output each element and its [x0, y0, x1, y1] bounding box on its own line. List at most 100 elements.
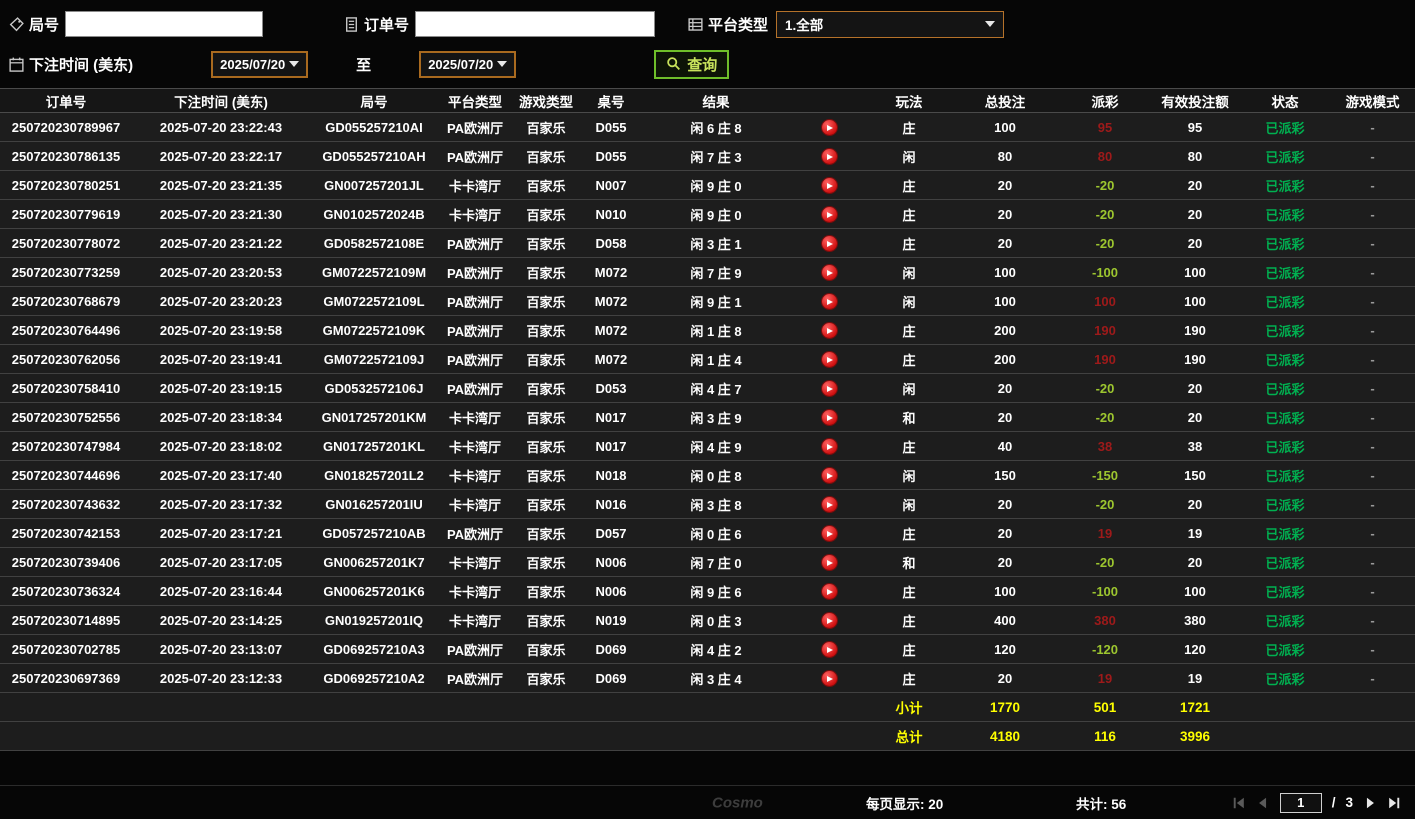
cell-order-number: 250720230697369	[0, 663, 132, 693]
cell-table-number: D055	[580, 112, 642, 142]
replay-play-icon[interactable]	[821, 381, 837, 397]
subtotal-spacer	[0, 692, 868, 722]
replay-play-icon[interactable]	[821, 294, 837, 310]
table-row: 250720230758410 2025-07-20 23:19:15 GD05…	[0, 373, 1415, 403]
chevron-down-icon	[497, 61, 508, 67]
cell-bet-time: 2025-07-20 23:21:22	[132, 228, 310, 258]
replay-play-icon[interactable]	[821, 613, 837, 629]
cell-platform-type: PA欧洲厅	[438, 344, 512, 374]
cell-order-number: 250720230773259	[0, 257, 132, 287]
replay-play-icon[interactable]	[821, 671, 837, 687]
replay-play-icon[interactable]	[821, 207, 837, 223]
cell-bet-type: 庄	[868, 228, 950, 258]
cell-round-number: GN017257201KM	[310, 402, 438, 432]
subtotal-valid-bet: 1721	[1150, 692, 1240, 722]
replay-play-icon[interactable]	[821, 439, 837, 455]
order-input[interactable]	[415, 11, 656, 37]
previous-page-icon[interactable]	[1256, 796, 1270, 810]
cell-bet-type: 庄	[868, 576, 950, 606]
cell-bet-time: 2025-07-20 23:12:33	[132, 663, 310, 693]
page-number-input[interactable]	[1279, 792, 1322, 813]
date-to-picker[interactable]: 2025/07/20	[419, 50, 517, 78]
date-from-picker[interactable]: 2025/07/20	[211, 50, 309, 78]
replay-play-icon[interactable]	[821, 265, 837, 281]
cell-platform-type: PA欧洲厅	[438, 228, 512, 258]
cell-round-number: GN0102572024B	[310, 199, 438, 229]
cell-replay	[790, 257, 868, 287]
first-page-icon[interactable]	[1232, 796, 1246, 810]
cell-valid-bet: 100	[1150, 286, 1240, 316]
cell-valid-bet: 120	[1150, 634, 1240, 664]
cell-total-bet: 40	[950, 431, 1060, 461]
replay-play-icon[interactable]	[821, 497, 837, 513]
cell-total-bet: 20	[950, 663, 1060, 693]
column-header: 玩法	[868, 88, 950, 113]
table-row: 250720230778072 2025-07-20 23:21:22 GD05…	[0, 228, 1415, 258]
replay-play-icon[interactable]	[821, 584, 837, 600]
cell-game-mode: -	[1330, 431, 1415, 461]
cell-order-number: 250720230739406	[0, 547, 132, 577]
cell-status: 已派彩	[1240, 315, 1330, 345]
round-input[interactable]	[65, 11, 264, 37]
replay-play-icon[interactable]	[821, 352, 837, 368]
cell-game-mode: -	[1330, 344, 1415, 374]
cell-order-number: 250720230714895	[0, 605, 132, 635]
cell-result: 闲 9 庄 0	[642, 199, 790, 229]
cell-table-number: N019	[580, 605, 642, 635]
replay-play-icon[interactable]	[821, 149, 837, 165]
cell-status: 已派彩	[1240, 170, 1330, 200]
cell-status: 已派彩	[1240, 373, 1330, 403]
cell-table-number: N010	[580, 199, 642, 229]
cell-game-type: 百家乐	[512, 460, 580, 490]
platform-select[interactable]: 1.全部	[776, 10, 1005, 38]
cell-payout: -100	[1060, 576, 1150, 606]
table-row: 250720230743632 2025-07-20 23:17:32 GN01…	[0, 489, 1415, 519]
replay-play-icon[interactable]	[821, 323, 837, 339]
cell-bet-time: 2025-07-20 23:20:53	[132, 257, 310, 287]
cell-game-mode: -	[1330, 576, 1415, 606]
search-button[interactable]: 查询	[654, 49, 730, 79]
replay-play-icon[interactable]	[821, 555, 837, 571]
cell-table-number: M072	[580, 286, 642, 316]
cell-platform-type: PA欧洲厅	[438, 257, 512, 287]
cell-status: 已派彩	[1240, 460, 1330, 490]
cell-table-number: D058	[580, 228, 642, 258]
replay-play-icon[interactable]	[821, 642, 837, 658]
cell-bet-time: 2025-07-20 23:19:41	[132, 344, 310, 374]
table-row: 250720230780251 2025-07-20 23:21:35 GN00…	[0, 170, 1415, 200]
chevron-down-icon	[985, 21, 996, 27]
replay-play-icon[interactable]	[821, 236, 837, 252]
replay-play-icon[interactable]	[821, 178, 837, 194]
tag-icon	[9, 16, 24, 31]
cell-order-number: 250720230764496	[0, 315, 132, 345]
subtotal-total-bet: 1770	[950, 692, 1060, 722]
platform-label: 平台类型	[708, 16, 769, 34]
replay-play-icon[interactable]	[821, 120, 837, 136]
pagination-bar: Cosmo 每页显示: 20 共计: 56 / 3	[0, 785, 1415, 819]
cell-round-number: GM0722572109K	[310, 315, 438, 345]
next-page-icon[interactable]	[1363, 796, 1377, 810]
cell-bet-type: 闲	[868, 373, 950, 403]
cell-result: 闲 6 庄 8	[642, 112, 790, 142]
replay-play-icon[interactable]	[821, 410, 837, 426]
cell-bet-time: 2025-07-20 23:22:43	[132, 112, 310, 142]
cell-replay	[790, 460, 868, 490]
cell-platform-type: PA欧洲厅	[438, 663, 512, 693]
cell-bet-type: 庄	[868, 170, 950, 200]
calendar-icon	[9, 57, 24, 72]
cell-result: 闲 3 庄 8	[642, 489, 790, 519]
cell-payout: 80	[1060, 141, 1150, 171]
cell-game-type: 百家乐	[512, 518, 580, 548]
cell-bet-time: 2025-07-20 23:14:25	[132, 605, 310, 635]
cell-table-number: N006	[580, 576, 642, 606]
cell-game-type: 百家乐	[512, 112, 580, 142]
replay-play-icon[interactable]	[821, 468, 837, 484]
last-page-icon[interactable]	[1387, 796, 1401, 810]
replay-play-icon[interactable]	[821, 526, 837, 542]
subtotal-row: 小计 1770 501 1721	[0, 692, 1415, 722]
cell-platform-type: 卡卡湾厅	[438, 431, 512, 461]
table-row: 250720230747984 2025-07-20 23:18:02 GN01…	[0, 431, 1415, 461]
cell-replay	[790, 431, 868, 461]
cell-game-type: 百家乐	[512, 547, 580, 577]
cell-table-number: N016	[580, 489, 642, 519]
